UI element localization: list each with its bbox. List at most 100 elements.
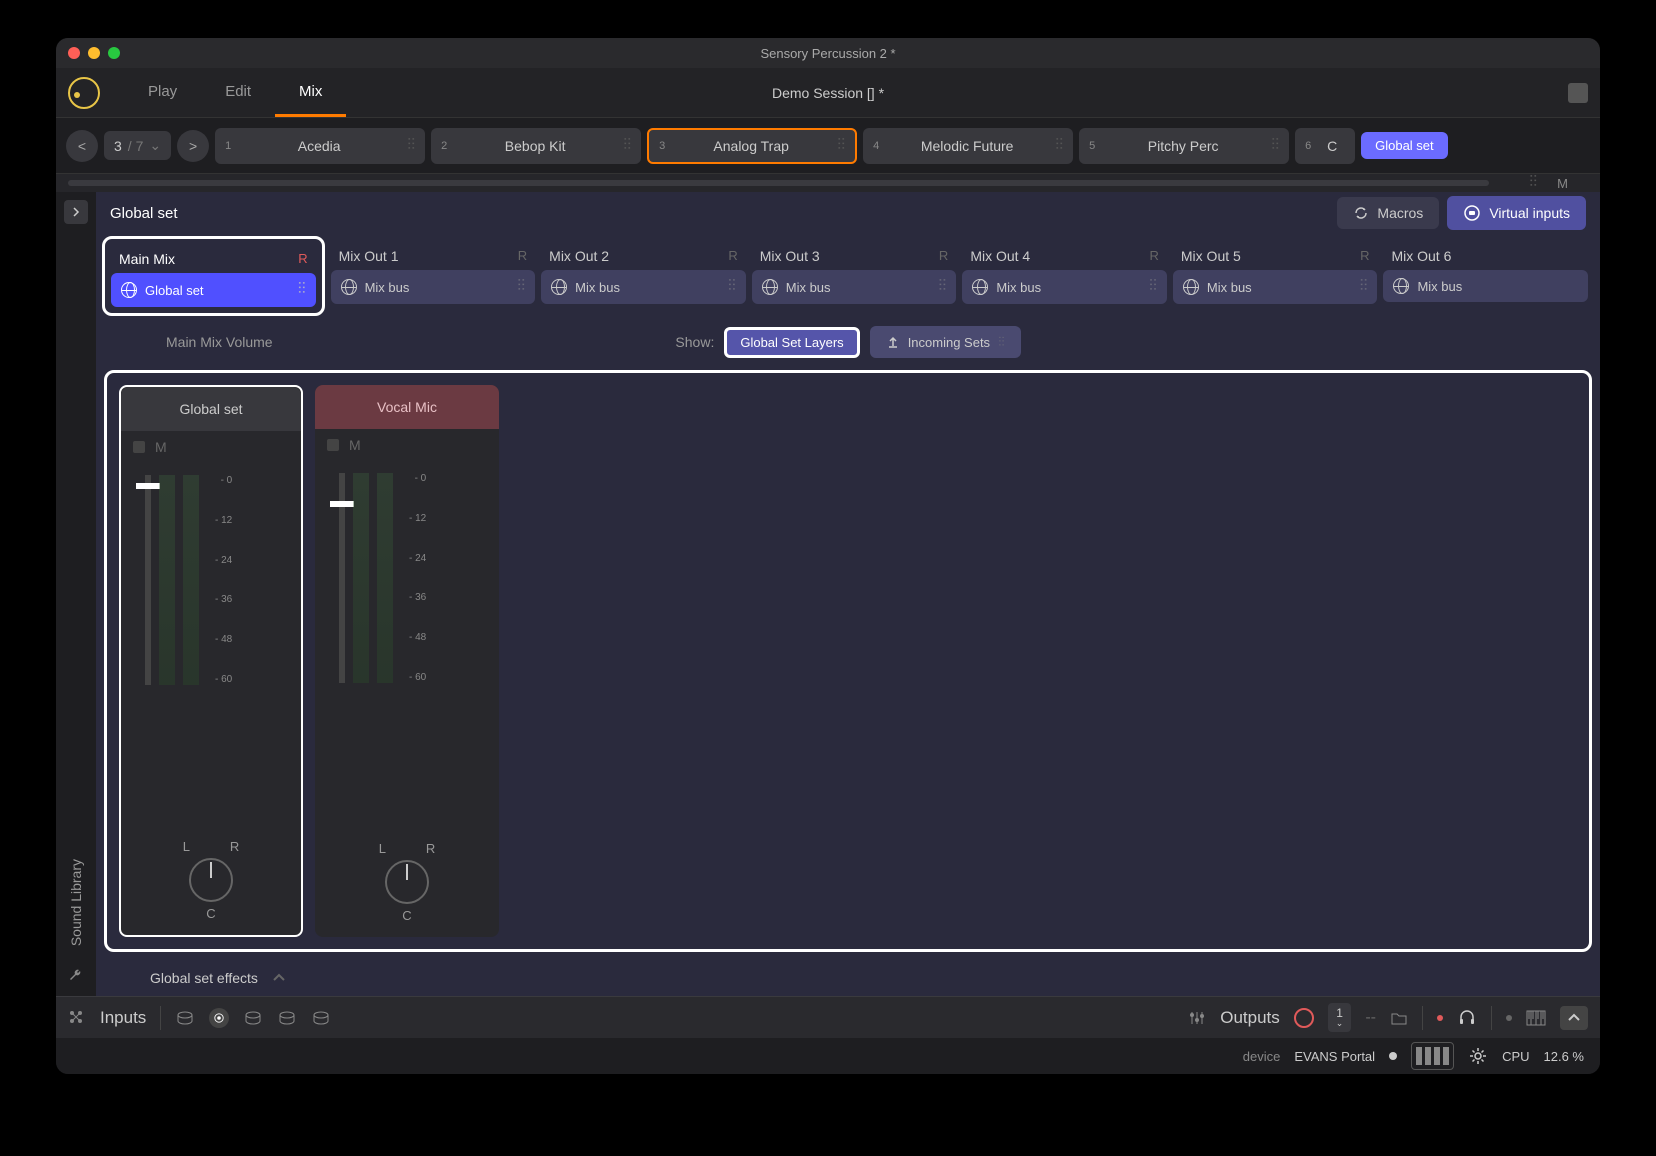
mix-bus-button[interactable]: Mix bus⫶⫶ — [1173, 270, 1378, 304]
fader-handle[interactable] — [136, 483, 160, 489]
mix-out-3[interactable]: Mix Out 3R Mix bus⫶⫶ — [752, 242, 957, 310]
minimize-window-button[interactable] — [88, 47, 100, 59]
app-logo-icon[interactable] — [68, 77, 100, 109]
expand-sidebar-button[interactable] — [64, 200, 88, 224]
mix-bus-button[interactable]: Mix bus — [1383, 270, 1588, 302]
main-tabs: Play Edit Mix — [124, 69, 346, 117]
drag-handle-icon[interactable]: ⫶⫶ — [1271, 137, 1279, 155]
drum-icon-5[interactable] — [311, 1008, 331, 1028]
device-name[interactable]: EVANS Portal — [1294, 1049, 1375, 1064]
drag-handle-icon[interactable]: ⫶⫶ — [517, 278, 525, 296]
inputs-icon[interactable] — [68, 1009, 86, 1027]
global-set-layers-button[interactable]: Global Set Layers — [724, 327, 859, 358]
drum-icon-1[interactable] — [175, 1008, 195, 1028]
mix-bus-button[interactable]: Mix bus⫶⫶ — [962, 270, 1167, 304]
timeline-scrollbar[interactable] — [68, 180, 1489, 186]
folder-icon[interactable] — [1390, 1009, 1408, 1027]
channel-vocal-mic: Vocal Mic M - 0 - 12 — [315, 385, 499, 937]
mix-bus-button[interactable]: Mix bus⫶⫶ — [752, 270, 957, 304]
mix-out-r[interactable]: R — [298, 251, 307, 267]
mix-out-r[interactable]: R — [939, 248, 948, 264]
mix-bus-label: Mix bus — [1417, 279, 1462, 294]
incoming-sets-button[interactable]: Incoming Sets ⫶⫶ — [870, 326, 1021, 358]
channel-name[interactable]: Vocal Mic — [315, 385, 499, 429]
tab-edit[interactable]: Edit — [201, 69, 275, 117]
kit-item-5[interactable]: 5 Pitchy Perc ⫶⫶ — [1079, 128, 1289, 164]
sound-library-label[interactable]: Sound Library — [68, 859, 84, 946]
drag-handle-icon[interactable]: ⫶⫶ — [1149, 278, 1157, 296]
kit-next-button[interactable]: > — [177, 130, 209, 162]
global-set-button[interactable]: Global set — [1361, 132, 1448, 159]
mix-bus-button[interactable]: Global set ⫶⫶ — [111, 273, 316, 307]
mute-indicator[interactable] — [327, 439, 339, 451]
drag-handle-icon[interactable]: ⫶⫶ — [938, 278, 946, 296]
drag-handle-icon[interactable]: ⫶⫶ — [837, 137, 845, 155]
record-button[interactable] — [1294, 1008, 1314, 1028]
drag-handle-icon[interactable]: ⫶⫶ — [1055, 137, 1063, 155]
macros-button[interactable]: Macros — [1337, 197, 1439, 229]
effects-label[interactable]: Global set effects — [150, 970, 258, 986]
mix-out-r[interactable]: R — [728, 248, 737, 264]
mix-out-1[interactable]: Mix Out 1R Mix bus⫶⫶ — [331, 242, 536, 310]
gear-icon[interactable] — [1468, 1046, 1488, 1066]
pan-knob[interactable] — [189, 858, 233, 902]
header-stop-button[interactable] — [1568, 83, 1588, 103]
kit-number: 3 — [659, 140, 665, 152]
kit-name: Melodic Future — [887, 138, 1047, 154]
arrow-up-icon[interactable] — [270, 969, 288, 987]
piano-icon[interactable] — [1526, 1010, 1546, 1026]
dash-icon[interactable]: -- — [1365, 1009, 1376, 1027]
kit-item-6[interactable]: 6 C — [1295, 128, 1355, 164]
mix-bus-button[interactable]: Mix bus⫶⫶ — [541, 270, 746, 304]
kit-prev-button[interactable]: < — [66, 130, 98, 162]
kit-item-3[interactable]: 3 Analog Trap ⫶⫶ — [647, 128, 857, 164]
drum-icon-4[interactable] — [277, 1008, 297, 1028]
drag-handle-icon[interactable]: ⫶⫶ — [298, 281, 306, 299]
inputs-label[interactable]: Inputs — [100, 1008, 146, 1028]
tab-play[interactable]: Play — [124, 69, 201, 117]
drag-handle-icon[interactable]: ⫶⫶ — [998, 334, 1005, 350]
device-meters-icon[interactable] — [1411, 1042, 1454, 1070]
sliders-icon[interactable] — [1188, 1009, 1206, 1027]
timeline-handle-icon[interactable]: ⫶⫶ — [1529, 174, 1537, 192]
drag-handle-icon[interactable]: ⫶⫶ — [728, 278, 736, 296]
headphones-icon[interactable] — [1457, 1008, 1477, 1028]
fader-track[interactable] — [339, 473, 345, 683]
mix-out-4[interactable]: Mix Out 4R Mix bus⫶⫶ — [962, 242, 1167, 310]
mix-out-6[interactable]: Mix Out 6 Mix bus — [1383, 242, 1588, 310]
timeline-m-label[interactable]: M — [1537, 176, 1588, 191]
mute-label[interactable]: M — [155, 439, 167, 455]
virtual-inputs-button[interactable]: Virtual inputs — [1447, 196, 1586, 230]
kit-item-4[interactable]: 4 Melodic Future ⫶⫶ — [863, 128, 1073, 164]
kit-item-2[interactable]: 2 Bebop Kit ⫶⫶ — [431, 128, 641, 164]
pan-knob[interactable] — [385, 860, 429, 904]
expand-up-button[interactable] — [1560, 1006, 1588, 1030]
drum-icon-2[interactable] — [209, 1008, 229, 1028]
mute-label[interactable]: M — [349, 437, 361, 453]
fader-handle[interactable] — [330, 501, 354, 507]
mix-out-r[interactable]: R — [1360, 248, 1369, 264]
drag-handle-icon[interactable]: ⫶⫶ — [1359, 278, 1367, 296]
wrench-icon[interactable] — [67, 966, 85, 984]
mix-out-5[interactable]: Mix Out 5R Mix bus⫶⫶ — [1173, 242, 1378, 310]
close-window-button[interactable] — [68, 47, 80, 59]
fader-track[interactable] — [145, 475, 151, 685]
mute-indicator[interactable] — [133, 441, 145, 453]
mix-out-r[interactable]: R — [518, 248, 527, 264]
output-selector[interactable]: 1⌄ — [1328, 1003, 1352, 1032]
mix-out-2[interactable]: Mix Out 2R Mix bus⫶⫶ — [541, 242, 746, 310]
kit-counter[interactable]: 3 / 7 ⌄ — [104, 131, 171, 160]
drag-handle-icon[interactable]: ⫶⫶ — [407, 137, 415, 155]
mix-out-main[interactable]: Main Mix R Global set ⫶⫶ — [102, 236, 325, 316]
tab-mix[interactable]: Mix — [275, 69, 346, 117]
mix-bus-button[interactable]: Mix bus⫶⫶ — [331, 270, 536, 304]
globe-icon — [1393, 278, 1409, 294]
channel-name[interactable]: Global set — [121, 387, 301, 431]
kit-item-1[interactable]: 1 Acedia ⫶⫶ — [215, 128, 425, 164]
mix-out-r[interactable]: R — [1150, 248, 1159, 264]
maximize-window-button[interactable] — [108, 47, 120, 59]
outputs-label[interactable]: Outputs — [1220, 1008, 1280, 1028]
drum-icon-3[interactable] — [243, 1008, 263, 1028]
drag-handle-icon[interactable]: ⫶⫶ — [623, 137, 631, 155]
mix-outs-row: Main Mix R Global set ⫶⫶ Mix Out 1R Mix … — [96, 234, 1600, 318]
